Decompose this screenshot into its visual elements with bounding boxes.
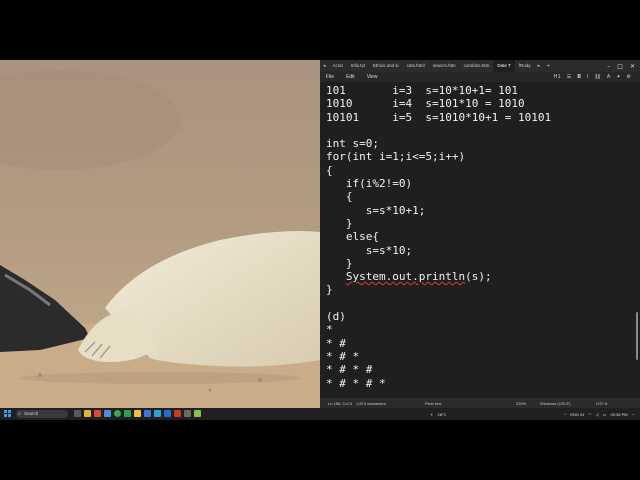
- notification-bell-icon[interactable]: ◔: [632, 412, 634, 417]
- list-icon[interactable]: ☰: [564, 74, 574, 80]
- weather-temperature[interactable]: 28°C: [437, 412, 446, 417]
- tab-ai[interactable]: AI.txt: [329, 60, 347, 72]
- search-placeholder: Search: [24, 411, 39, 416]
- powerpoint-icon[interactable]: [174, 410, 181, 417]
- code-line: 101 i=3 s=10*10+1= 101: [326, 84, 519, 97]
- heading-dropdown[interactable]: H1: [551, 74, 564, 80]
- edge-icon[interactable]: [154, 410, 161, 417]
- clock-time[interactable]: 09:38 PM: [610, 412, 627, 417]
- language-indicator[interactable]: ENG IN: [570, 412, 584, 417]
- tab-combine[interactable]: combine.htm: [460, 60, 494, 72]
- notepad-taskbar-icon[interactable]: [104, 410, 111, 417]
- tab-newcm[interactable]: newcm.htm: [429, 60, 460, 72]
- code-line: }: [326, 256, 353, 270]
- minimize-icon[interactable]: –: [607, 63, 610, 70]
- menu-edit[interactable]: Edit: [340, 74, 361, 80]
- tab-cats[interactable]: cats.html: [403, 60, 429, 72]
- code-line: 1010 i=4 s=101*10 = 1010: [326, 97, 525, 111]
- status-encoding: UTF-8: [596, 401, 608, 406]
- code-line: {: [326, 190, 353, 204]
- task-view-icon[interactable]: [74, 410, 81, 417]
- code-line: for(int i=1;i<=5;i++): [326, 150, 466, 164]
- app-icon-lime[interactable]: [194, 410, 201, 417]
- italic-icon[interactable]: I: [584, 74, 591, 80]
- code-line: s=s*10;: [326, 243, 413, 257]
- notepad-window: ◂ AI.txt Infix.txt Ethics and si cats.ht…: [320, 60, 640, 408]
- code-line: if(i%2!=0): [326, 177, 413, 191]
- chevron-up-icon[interactable]: ^: [564, 412, 566, 417]
- app-icon-blue[interactable]: [144, 410, 151, 417]
- start-windows-icon[interactable]: [4, 410, 11, 417]
- code-line: s=s*10+1;: [326, 203, 426, 217]
- code-line: System.out.println(s);: [345, 270, 492, 284]
- app-icon-gray[interactable]: [184, 410, 191, 417]
- scroll-tabs-right-icon[interactable]: ▸: [535, 60, 544, 72]
- status-format: Plain text: [425, 401, 442, 406]
- maximize-icon[interactable]: □: [617, 63, 623, 70]
- clear-format-icon[interactable]: A: [604, 74, 613, 80]
- app-icon-yellow[interactable]: [134, 410, 141, 417]
- status-line-ending: Windows (CRLF): [540, 401, 571, 406]
- code-line: * # *: [326, 349, 360, 363]
- tab-frody[interactable]: fRody: [515, 60, 535, 72]
- code-line: }: [326, 283, 333, 297]
- code-line: {: [326, 163, 333, 177]
- volume-icon[interactable]: ◁: [596, 412, 599, 417]
- code-line: }: [326, 216, 353, 230]
- close-icon[interactable]: ✕: [630, 63, 635, 70]
- code-line: (d): [326, 310, 346, 324]
- text-editor-area[interactable]: 101 i=3 s=10*10+1= 101 1010 i=4 s=101*10 …: [326, 84, 631, 398]
- app-icon-green[interactable]: [124, 410, 131, 417]
- menu-view[interactable]: View: [361, 74, 384, 80]
- desktop-wallpaper-seal-photo: [0, 60, 320, 408]
- status-zoom[interactable]: 230%: [516, 401, 526, 406]
- wifi-icon[interactable]: ◠: [588, 412, 592, 417]
- app-icon-red[interactable]: [94, 410, 101, 417]
- status-bar: Ln 188, Col 5 1,874 characters Plain tex…: [320, 398, 640, 408]
- scroll-tabs-left-icon[interactable]: ◂: [320, 60, 329, 72]
- settings-gear-icon[interactable]: ⚙: [624, 74, 634, 80]
- tab-bar: ◂ AI.txt Infix.txt Ethics and si cats.ht…: [320, 60, 640, 72]
- file-explorer-icon[interactable]: [84, 410, 91, 417]
- tab-ethics[interactable]: Ethics and si: [369, 60, 403, 72]
- vertical-scrollbar[interactable]: [636, 312, 638, 360]
- battery-icon[interactable]: ▭: [603, 412, 607, 417]
- code-line: * # * # *: [326, 376, 386, 390]
- search-icon: ⌕: [18, 411, 21, 417]
- code-line: 10101 i=5 s=1010*10+1 = 10101: [326, 110, 552, 124]
- code-line: * # * #: [326, 363, 373, 377]
- code-line: *: [326, 323, 333, 337]
- code-line: int s=0;: [326, 137, 379, 151]
- code-line: else{: [326, 230, 379, 244]
- bold-icon[interactable]: B: [574, 74, 584, 80]
- taskbar-search-box[interactable]: ⌕ Search: [16, 410, 68, 418]
- weather-icon[interactable]: ☀: [430, 412, 434, 417]
- tab-infix[interactable]: Infix.txt: [347, 60, 369, 72]
- system-tray: ☀ 28°C ^ ENG IN ◠ ◁ ▭ 09:38 PM ◔: [430, 408, 640, 420]
- status-character-count: 1,874 characters: [356, 401, 386, 406]
- chrome-icon[interactable]: [114, 410, 121, 417]
- link-icon[interactable]: ⛓: [592, 74, 604, 80]
- menu-file[interactable]: File: [320, 74, 340, 80]
- copilot-icon[interactable]: ✦: [613, 74, 623, 80]
- code-line: * #: [326, 336, 346, 350]
- tab-date[interactable]: Date T: [493, 60, 515, 72]
- status-cursor-position: Ln 188, Col 5: [328, 401, 352, 406]
- word-icon[interactable]: [164, 410, 171, 417]
- menu-bar: File Edit View H1 ☰ B I ⛓ A ✦ ⚙: [320, 72, 640, 82]
- new-tab-icon[interactable]: +: [543, 60, 553, 72]
- windows-taskbar: ⌕ Search ☀ 28°C ^ ENG IN ◠ ◁ ▭ 09:38 PM …: [0, 408, 640, 420]
